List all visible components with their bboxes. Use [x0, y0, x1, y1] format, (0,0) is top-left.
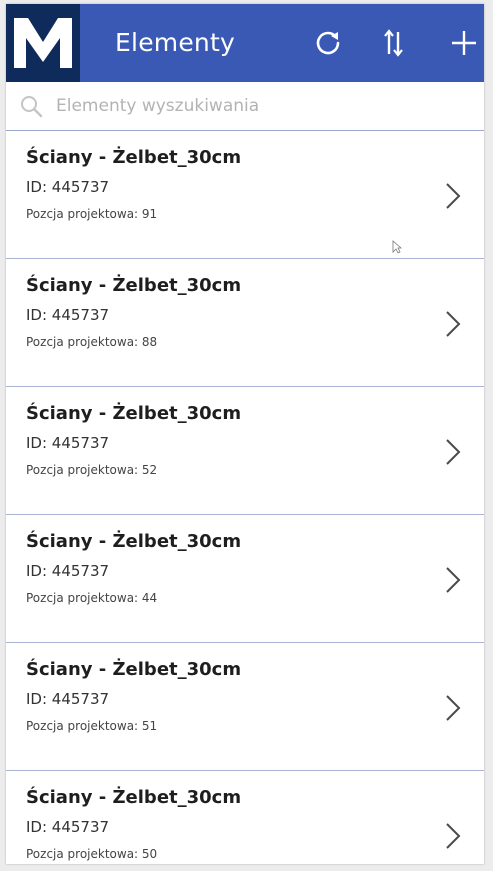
list-item[interactable]: Ściany - Żelbet_30cm ID: 445737 Pozcja p… — [6, 643, 484, 771]
item-id: ID: 445737 — [26, 818, 110, 836]
search-icon — [21, 96, 43, 118]
refresh-button[interactable] — [308, 23, 348, 63]
chevron-right-icon[interactable] — [444, 437, 462, 467]
chevron-right-icon[interactable] — [444, 309, 462, 339]
chevron-right-icon[interactable] — [444, 181, 462, 211]
item-title: Ściany - Żelbet_30cm — [26, 275, 242, 296]
item-id: ID: 445737 — [26, 434, 110, 452]
page-title: Elementy — [115, 28, 235, 57]
app-window: Elementy Elementy wyszukiwania Ściany - … — [6, 4, 484, 864]
header-bar: Elementy — [6, 4, 484, 82]
item-position: Pozcja projektowa: 91 — [26, 207, 158, 221]
item-position: Pozcja projektowa: 52 — [26, 463, 158, 477]
item-id: ID: 445737 — [26, 178, 110, 196]
chevron-right-icon[interactable] — [444, 565, 462, 595]
m-logo-icon — [6, 4, 80, 82]
item-position: Pozcja projektowa: 44 — [26, 591, 158, 605]
search-input[interactable] — [56, 90, 456, 122]
plus-icon — [452, 31, 476, 55]
search-bar — [6, 82, 484, 131]
add-button[interactable] — [444, 23, 484, 63]
item-id: ID: 445737 — [26, 306, 110, 324]
item-title: Ściany - Żelbet_30cm — [26, 659, 242, 680]
item-id: ID: 445737 — [26, 690, 110, 708]
item-position: Pozcja projektowa: 50 — [26, 847, 158, 861]
chevron-right-icon[interactable] — [444, 821, 462, 851]
list-item[interactable]: Ściany - Żelbet_30cm ID: 445737 Pozcja p… — [6, 771, 484, 864]
list-item[interactable]: Ściany - Żelbet_30cm ID: 445737 Pozcja p… — [6, 131, 484, 259]
item-id: ID: 445737 — [26, 562, 110, 580]
item-title: Ściany - Żelbet_30cm — [26, 787, 242, 808]
elements-list: Ściany - Żelbet_30cm ID: 445737 Pozcja p… — [6, 131, 484, 864]
list-item[interactable]: Ściany - Żelbet_30cm ID: 445737 Pozcja p… — [6, 515, 484, 643]
item-title: Ściany - Żelbet_30cm — [26, 531, 242, 552]
list-item[interactable]: Ściany - Żelbet_30cm ID: 445737 Pozcja p… — [6, 259, 484, 387]
item-position: Pozcja projektowa: 51 — [26, 719, 158, 733]
chevron-right-icon[interactable] — [444, 693, 462, 723]
item-title: Ściany - Żelbet_30cm — [26, 403, 242, 424]
item-title: Ściany - Żelbet_30cm — [26, 147, 242, 168]
sort-button[interactable] — [374, 23, 414, 63]
list-item[interactable]: Ściany - Żelbet_30cm ID: 445737 Pozcja p… — [6, 387, 484, 515]
sort-icon — [384, 29, 403, 57]
item-position: Pozcja projektowa: 88 — [26, 335, 158, 349]
refresh-icon — [316, 31, 340, 55]
